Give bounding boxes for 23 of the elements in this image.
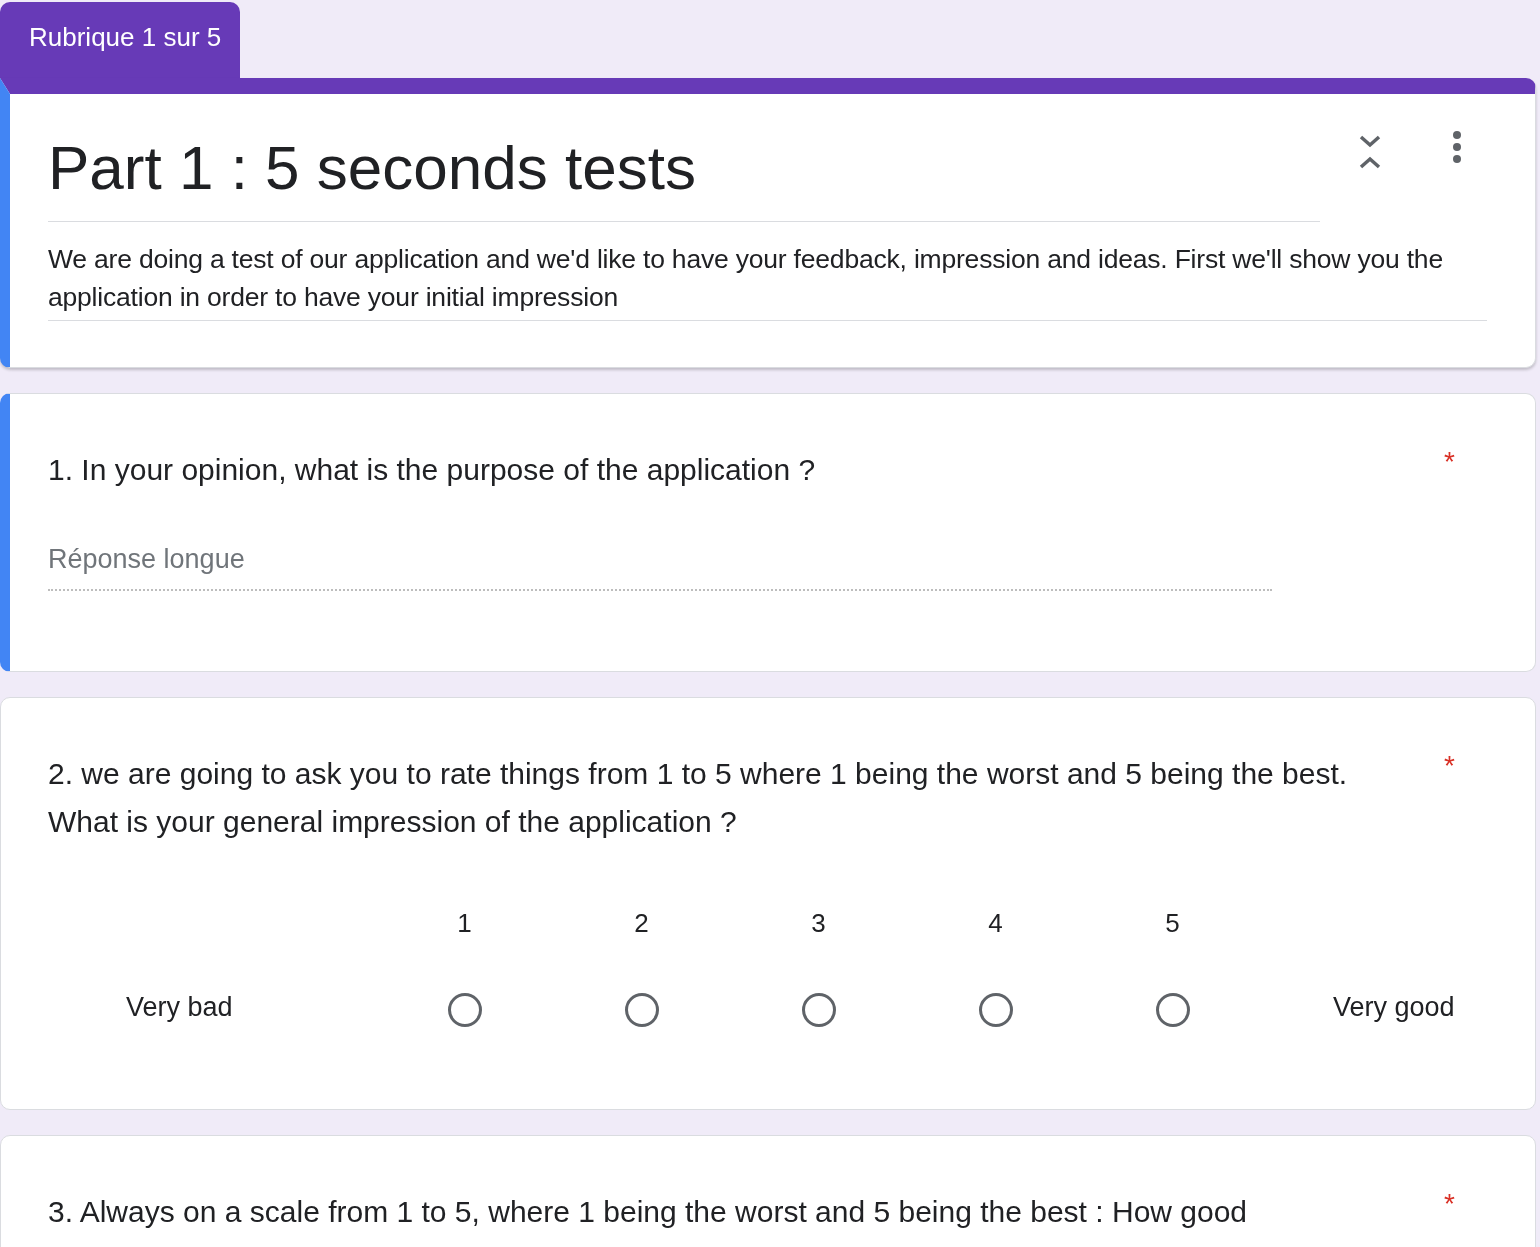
question-text: 3. Always on a scale from 1 to 5, where 1 being the worst and 5 being the best : How good (48, 1194, 1248, 1231)
question-text: 2. we are going to ask you to rate things from 1 to 5 where 1 being the worst and 5 being the best. What is your general impression of the application ? (48, 756, 1349, 841)
scale-number: 2 (634, 908, 649, 940)
scale-number: 3 (811, 908, 826, 940)
required-mark: * (1444, 1188, 1455, 1222)
scale-max-label: Very good (1332, 992, 1455, 1025)
radio-button[interactable] (978, 993, 1013, 1028)
radio-button[interactable] (624, 993, 659, 1028)
scale-number: 4 (988, 908, 1003, 940)
scale-number: 1 (457, 908, 472, 940)
required-mark: * (1444, 750, 1455, 784)
section-title[interactable]: Part 1 : 5 seconds tests (48, 132, 1320, 223)
section-description[interactable]: We are doing a test of our application and we'd like to have your feedback, impression and ideas. First we'll show you the application in order to have your initial impression (48, 222, 1487, 322)
collapse-icon[interactable] (1358, 134, 1382, 170)
more-options-icon[interactable] (1452, 130, 1462, 164)
required-mark: * (1444, 446, 1455, 480)
radio-button[interactable] (447, 993, 482, 1028)
scale-min-label: Very bad (126, 992, 234, 1025)
answer-field[interactable]: Réponse longue (48, 544, 1272, 592)
radio-button[interactable] (801, 993, 836, 1028)
radio-button[interactable] (1155, 993, 1190, 1028)
question-text: 1. In your opinion, what is the purpose of the application ? (48, 452, 816, 489)
scale-number: 5 (1165, 908, 1180, 940)
